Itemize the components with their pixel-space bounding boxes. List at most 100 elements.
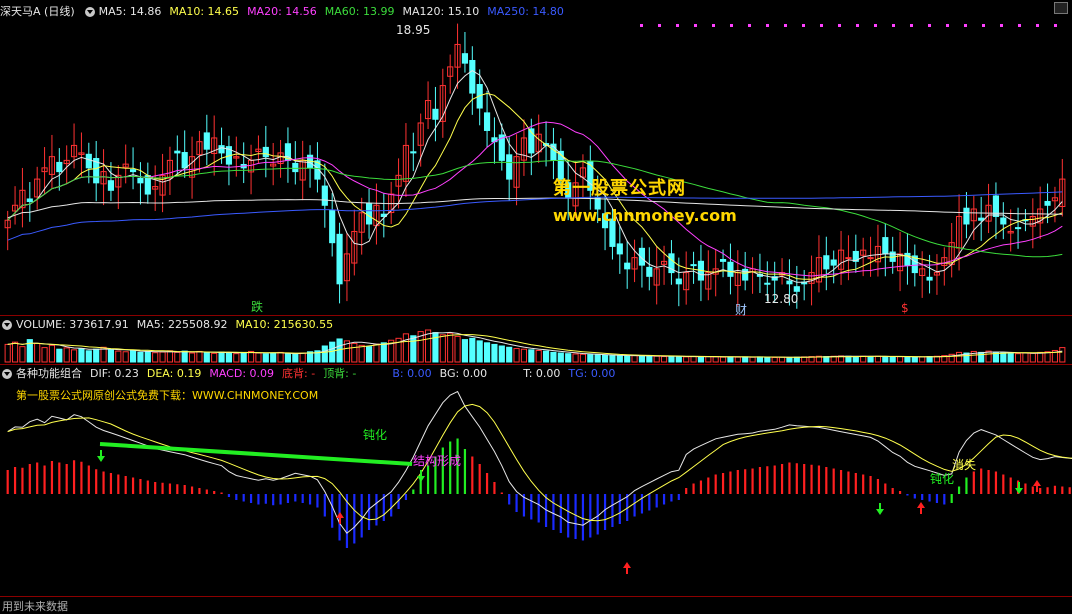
volume-bar-up [34,342,41,363]
candle-down [85,153,92,169]
sell-arrow-icon [97,450,105,462]
volume-bar-up [115,350,122,363]
event-marker-drop[interactable]: 跌 [251,298,263,315]
volume-bar-up [520,348,528,363]
volume-bar-up [351,342,358,363]
volume-bar-up [579,353,587,363]
candle-down [365,202,373,225]
volume-bar-down [1007,352,1014,363]
volume-bar-down [476,340,483,363]
volume-bar-up [174,351,181,363]
candle-down [727,261,734,277]
signal-dot [802,24,805,27]
candle-down [646,266,653,277]
signal-dot [982,24,985,27]
volume-bar-down [203,351,210,363]
volume-bar-up [712,356,719,363]
volume-bar-up [122,351,129,363]
ma-line-60 [7,160,1063,258]
volume-bar-up [402,333,410,363]
volume-bar-down [1000,352,1007,363]
volume-bar-down [852,356,859,363]
volume-bar-down [609,355,616,363]
volume-bar-down [380,342,387,363]
volume-bar-down [506,346,513,363]
signal-dot [730,24,733,27]
candle-down [793,286,800,292]
chart-canvas [4,23,1072,574]
ma-line-250 [7,191,1063,241]
volume-bar-down [93,348,100,363]
volume-bar-up [660,356,668,363]
signal-dot [856,24,859,27]
volume-bar-down [329,341,336,363]
volume-bar-up [4,343,11,363]
volume-bar-down [557,352,564,363]
signal-dot [1054,24,1057,27]
candle-down [764,282,771,285]
volume-bar-down [978,351,985,363]
volume-bar-up [447,332,454,363]
signal-dot [928,24,931,27]
volume-bar-up [159,351,166,363]
candle-up [867,257,874,260]
volume-bar-up [373,343,380,363]
volume-bar-up [749,356,756,363]
volume-bar-down [587,354,594,363]
volume-bar-up [860,355,867,363]
volume-bar-up [233,353,240,363]
volume-bar-up [653,355,660,363]
volume-bar-up [439,334,446,363]
volume-bar-up [70,349,78,363]
signal-dot [748,24,751,27]
volume-bar-up [41,347,48,363]
signal-dot [766,24,769,27]
event-marker-finance[interactable]: 财 [735,301,747,318]
volume-bar-up [188,352,196,363]
signal-dot [820,24,823,27]
volume-bar-down [668,355,675,363]
candle-down [675,278,682,285]
volume-bar-down [240,351,247,363]
signal-dot [658,24,661,27]
candle-down [624,262,631,270]
candle-down [719,259,727,262]
volume-bar-up [985,350,992,363]
candle-down [904,252,911,266]
candle-down [506,154,513,180]
volume-bar-down [697,356,705,363]
stock-chart-window: 深天马A (日线) MA5: 14.86 MA10: 14.65 MA20: 14.… [0,0,1072,614]
signal-dot [1018,24,1021,27]
sell-arrow-icon [417,470,425,482]
candle-down [690,264,697,267]
ma-line-5 [7,70,1063,283]
signal-dot [1000,24,1003,27]
volume-bar-down [365,346,373,363]
volume-bar-up [631,355,638,363]
volume-bar-down [742,356,749,363]
volume-bar-down [262,353,269,363]
candle-down [336,233,343,285]
volume-bar-down [616,355,623,363]
candle-down [963,207,970,225]
volume-bar-up [11,341,19,363]
volume-bar-up [683,356,690,363]
volume-bar-up [771,357,778,363]
volume-bar-down [528,349,535,363]
volume-bar-up [1037,351,1044,363]
volume-bar-up [719,356,727,363]
volume-bar-up [255,352,262,363]
buy-arrow-icon [623,562,631,574]
volume-bar-down [882,356,889,363]
volume-bar-down [926,356,933,363]
volume-bar-down [225,352,233,363]
candle-down [129,169,137,173]
candle-down [926,276,933,281]
volume-bar-up [1014,353,1022,363]
annotation-structure: 结构形成 [413,454,462,468]
event-marker-dollar[interactable]: $ [901,301,909,315]
candle-down [1044,200,1051,206]
volume-bar-up [919,356,926,363]
buy-arrow-icon [336,512,344,524]
candle-down [830,259,837,266]
